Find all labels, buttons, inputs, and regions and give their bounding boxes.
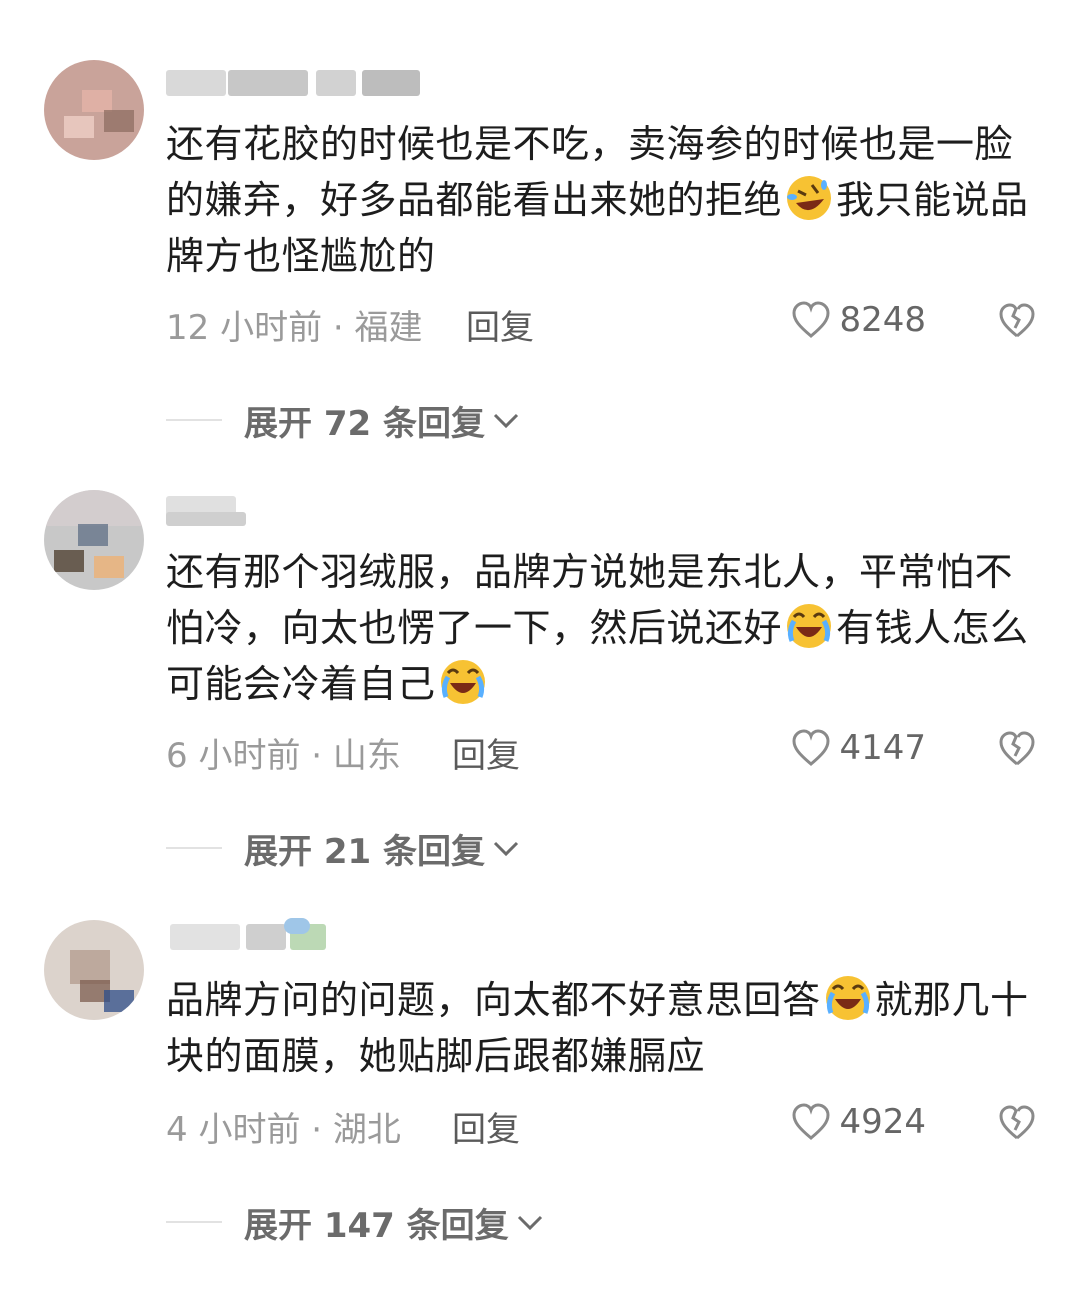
expand-replies-button[interactable]: 展开 72 条回复 [166,398,521,444]
comment-text: 还有花胶的时候也是不吃，卖海参的时候也是一脸的嫌弃，好多品都能看出来她的拒绝 我… [166,122,1029,278]
like-button[interactable]: 4924 [791,1102,926,1142]
expand-label: 展开 72 条回复 [244,403,485,444]
crying-laughing-emoji [784,601,834,651]
avatar[interactable] [44,920,144,1020]
expand-label: 展开 21 条回复 [244,831,485,872]
like-count: 8248 [839,300,926,340]
like-count: 4924 [839,1102,926,1142]
reply-button[interactable]: 回复 [466,300,534,349]
broken-heart-icon[interactable] [998,302,1036,340]
heart-outline-icon [792,1103,830,1140]
like-count: 4147 [839,728,926,768]
time-location: 6 小时前 · 山东 [166,736,401,776]
crying-laughing-emoji [823,973,873,1023]
comment-text: 还有那个羽绒服，品牌方说她是东北人，平常怕不怕冷，向太也愣了一下，然后说还好 有… [166,550,1029,707]
comment-meta: 6 小时前 · 山东 回复 4147 [166,728,1036,776]
expand-replies-button[interactable]: 展开 147 条回复 [166,1200,545,1246]
heart-outline-icon [792,301,830,338]
time-location: 12 小时前 · 福建 [166,308,423,348]
expand-label: 展开 147 条回复 [244,1205,509,1246]
avatar[interactable] [44,490,144,590]
reply-button[interactable]: 回复 [452,728,520,777]
username-blurred[interactable] [166,64,426,100]
heart-outline-icon [792,729,830,766]
avatar[interactable] [44,60,144,160]
broken-heart-icon[interactable] [998,1104,1036,1142]
username-blurred[interactable] [166,490,426,526]
broken-heart-icon[interactable] [998,730,1036,768]
comment-text: 品牌方问的问题，向太都不好意思回答 就那几十块的面膜，她贴脚后跟都嫌膈应 [166,972,1036,1084]
time-location: 4 小时前 · 湖北 [166,1110,401,1150]
chevron-down-icon [517,1215,542,1231]
reply-button[interactable]: 回复 [452,1102,520,1151]
crying-laughing-emoji [438,657,488,707]
divider-line [166,1221,222,1223]
like-button[interactable]: 4147 [791,728,926,768]
chevron-down-icon [493,841,519,857]
chevron-down-icon [493,413,519,429]
rofl-emoji [784,173,834,223]
comment-meta: 12 小时前 · 福建 回复 8248 [166,300,1036,348]
like-button[interactable]: 8248 [791,300,926,340]
username-blurred[interactable] [166,918,426,954]
divider-line [166,847,222,849]
divider-line [166,419,222,421]
expand-replies-button[interactable]: 展开 21 条回复 [166,826,521,872]
comment-meta: 4 小时前 · 湖北 回复 4924 [166,1102,1036,1150]
